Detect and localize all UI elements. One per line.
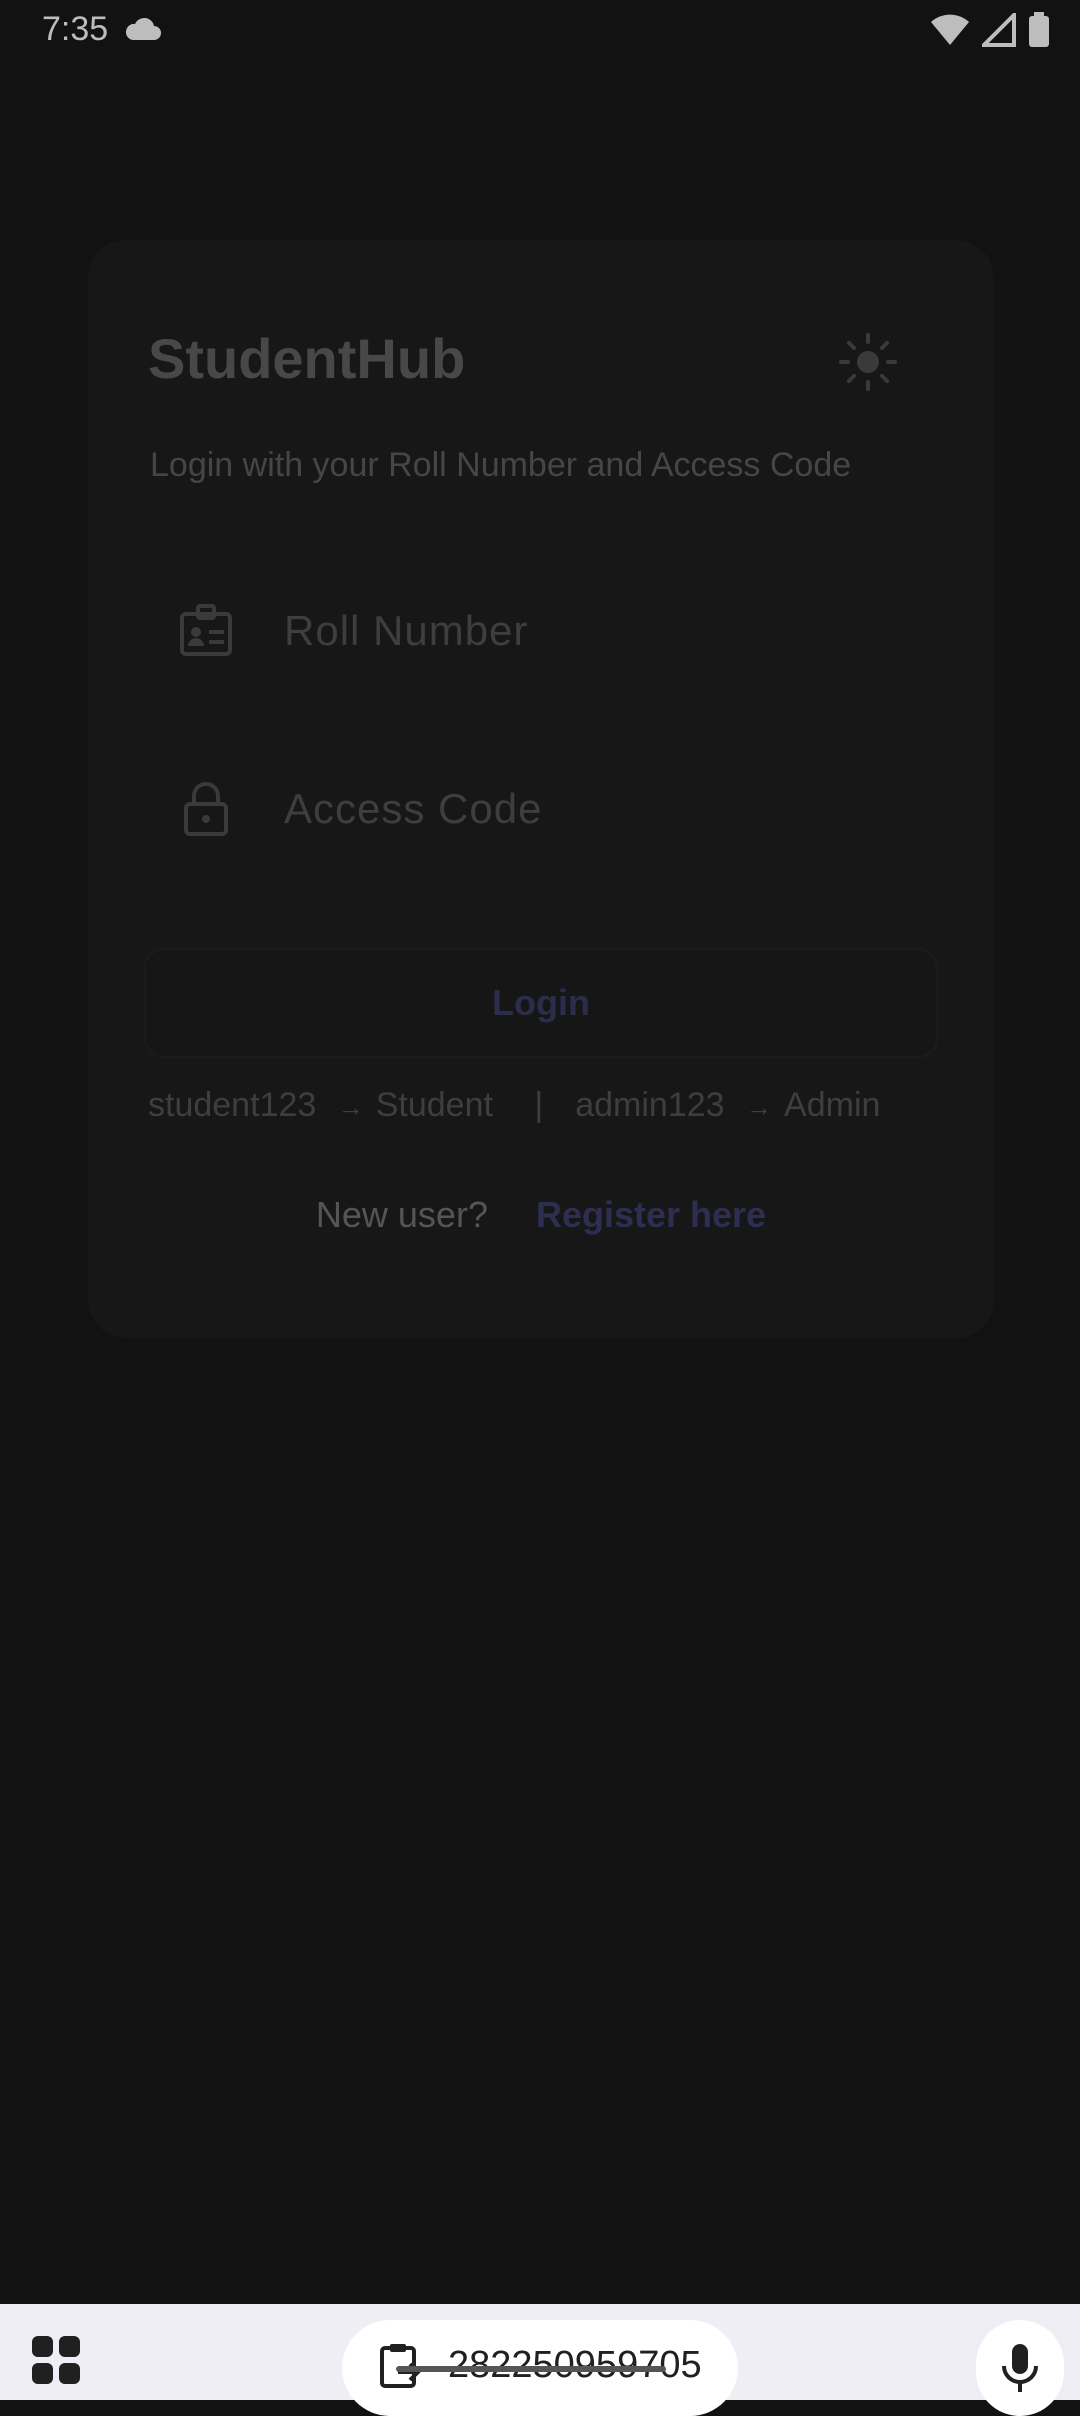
login-card: StudentHub Login with your Roll Number a… bbox=[88, 240, 994, 1338]
student-code: student123 bbox=[148, 1086, 317, 1124]
arrow-icon: → bbox=[746, 1092, 773, 1122]
register-link[interactable]: Register here bbox=[536, 1194, 766, 1235]
lock-icon bbox=[178, 780, 234, 836]
hint-separator: | bbox=[534, 1086, 544, 1124]
roll-number-field[interactable] bbox=[148, 564, 938, 694]
keyboard-toolbar: 282250959705 bbox=[0, 2304, 1080, 2416]
battery-icon bbox=[1028, 12, 1050, 53]
cloud-icon bbox=[124, 16, 162, 47]
wifi-icon bbox=[930, 13, 970, 52]
voice-input-button[interactable] bbox=[976, 2320, 1064, 2416]
app-title: StudentHub bbox=[148, 327, 466, 390]
access-code-input[interactable] bbox=[282, 778, 906, 840]
access-code-field[interactable] bbox=[148, 742, 938, 872]
admin-role: Admin bbox=[784, 1086, 881, 1124]
roll-number-input[interactable] bbox=[282, 600, 906, 662]
gesture-nav-handle bbox=[396, 2366, 666, 2372]
signal-icon bbox=[979, 10, 1016, 52]
arrow-icon: → bbox=[337, 1092, 364, 1122]
login-button[interactable]: Login bbox=[144, 948, 938, 1058]
sun-icon bbox=[839, 333, 897, 391]
status-bar: 7:35 bbox=[0, 0, 1080, 62]
register-row: New user? Register here bbox=[88, 1194, 994, 1236]
admin-code: admin123 bbox=[575, 1086, 725, 1124]
login-subtitle: Login with your Roll Number and Access C… bbox=[150, 446, 852, 484]
new-user-text: New user? bbox=[315, 1194, 488, 1235]
demo-credentials-hint: student123 → Student | admin123 → Admin bbox=[148, 1086, 948, 1125]
status-time: 7:35 bbox=[42, 10, 109, 48]
apps-grid-icon[interactable] bbox=[30, 2334, 82, 2391]
theme-toggle-button[interactable] bbox=[838, 332, 898, 392]
student-role: Student bbox=[375, 1086, 493, 1124]
status-icons bbox=[930, 10, 1050, 53]
id-badge-icon bbox=[178, 602, 234, 658]
